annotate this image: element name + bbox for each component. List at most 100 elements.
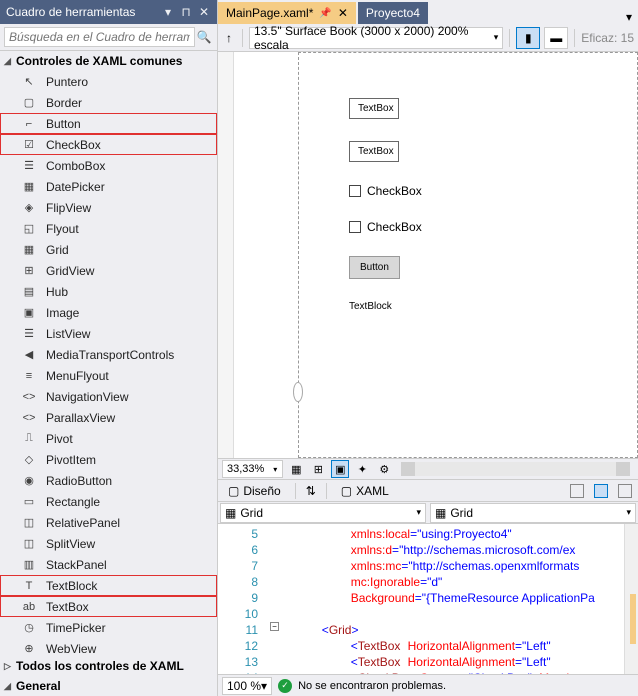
tool-label: Grid (46, 243, 69, 257)
toolbox-item-checkbox[interactable]: ☑ CheckBox (0, 134, 217, 155)
toolbox-item-grid[interactable]: ▦Grid (0, 239, 217, 260)
toolbox-search-input[interactable] (4, 27, 195, 47)
category-general[interactable]: ◢ General (0, 676, 217, 696)
code-content[interactable]: xmlns:local="using:Proyecto4" xmlns:d="h… (264, 524, 624, 674)
breadcrumb-label: Grid (450, 506, 473, 520)
toolbox-item-rectangle[interactable]: ▭Rectangle (0, 491, 217, 512)
tool-icon: ⎍ (20, 431, 38, 447)
toolbox-item-listview[interactable]: ☰ListView (0, 323, 217, 344)
toolbox-item-puntero[interactable]: ↖Puntero (0, 71, 217, 92)
toolbox-item-flyout[interactable]: ◱Flyout (0, 218, 217, 239)
zoom-status[interactable]: 100 % ▾ (222, 677, 272, 695)
overview-ruler[interactable] (624, 524, 638, 674)
tab-design[interactable]: ▢ Diseño (224, 482, 285, 500)
search-icon[interactable]: 🔍 (195, 30, 213, 44)
tool-icon: ◀ (20, 347, 38, 363)
toolbox-item-navigationview[interactable]: <>NavigationView (0, 386, 217, 407)
toolbox-item-flipview[interactable]: ◈FlipView (0, 197, 217, 218)
line-number: 10 (218, 606, 258, 622)
design-checkbox[interactable]: CheckBox (349, 184, 587, 198)
toolbox-item-combobox[interactable]: ☰ComboBox (0, 155, 217, 176)
toolbox-item-textbox[interactable]: abTextBox (0, 596, 217, 617)
swap-panes-icon[interactable]: ⇅ (306, 484, 316, 498)
nav-up-icon[interactable]: ↑ (222, 31, 236, 45)
toolbox-item-parallaxview[interactable]: <>ParallaxView (0, 407, 217, 428)
close-icon[interactable]: ✕ (338, 6, 348, 20)
tab-label: Proyecto4 (366, 6, 420, 20)
toolbox-item-hub[interactable]: ▤Hub (0, 281, 217, 302)
split-vertical-icon[interactable] (594, 484, 608, 498)
tool-icon: ◈ (20, 200, 38, 216)
xaml-code-editor[interactable]: 56789101112131415 − xmlns:local="using:P… (218, 524, 638, 674)
collapse-pane-icon[interactable] (618, 484, 632, 498)
toolbox-item-image[interactable]: ▣Image (0, 302, 217, 323)
resize-handle-icon[interactable] (293, 382, 303, 402)
tab-xaml[interactable]: ▢ XAML (337, 482, 393, 500)
toolbox-item-relativepanel[interactable]: ◫RelativePanel (0, 512, 217, 533)
toolbox-item-gridview[interactable]: ⊞GridView (0, 260, 217, 281)
orientation-landscape[interactable]: ▬ (544, 27, 568, 49)
guides-icon[interactable]: ✦ (353, 460, 371, 478)
toolbox-item-stackpanel[interactable]: ▥StackPanel (0, 554, 217, 575)
toolbox-item-radiobutton[interactable]: ◉RadioButton (0, 470, 217, 491)
close-icon[interactable]: ✕ (197, 5, 211, 19)
toolbox-item-pivotitem[interactable]: ◇PivotItem (0, 449, 217, 470)
breadcrumb-left[interactable]: ▦Grid▾ (220, 503, 426, 523)
category-label: General (16, 679, 61, 693)
toolbox-item-datepicker[interactable]: ▦DatePicker (0, 176, 217, 197)
grid-large-icon[interactable]: ⊞ (309, 460, 327, 478)
tab-mainpage[interactable]: MainPage.xaml* 📌 ✕ (218, 2, 356, 24)
tab-proyecto4[interactable]: Proyecto4 (358, 2, 428, 24)
design-checkbox[interactable]: CheckBox (349, 220, 587, 234)
toolbox-item-splitview[interactable]: ◫SplitView (0, 533, 217, 554)
breadcrumb-right[interactable]: ▦Grid▾ (430, 503, 636, 523)
tool-icon: ☑ (20, 137, 38, 153)
toolbox-item-menuflyout[interactable]: ≡MenuFlyout (0, 365, 217, 386)
tab-label: Diseño (243, 484, 280, 498)
orientation-portrait[interactable]: ▮ (516, 27, 540, 49)
dropdown-icon[interactable]: ▾ (161, 5, 175, 19)
grid-small-icon[interactable]: ▦ (287, 460, 305, 478)
design-button[interactable]: Button (349, 256, 400, 279)
pin-icon[interactable]: ⊓ (179, 5, 193, 19)
tool-icon: ▥ (20, 557, 38, 573)
chevron-down-icon: ▾ (416, 507, 421, 518)
checkbox-box-icon (349, 185, 361, 197)
category-label: Controles de XAML comunes (16, 54, 182, 68)
tool-label: ParallaxView (46, 411, 115, 425)
split-horizontal-icon[interactable] (570, 484, 584, 498)
fold-toggle-icon[interactable]: − (270, 622, 279, 631)
design-canvas[interactable]: TextBox TextBox CheckBox CheckBox Button… (298, 52, 638, 458)
breadcrumb-label: Grid (240, 506, 263, 520)
status-ok-icon[interactable]: ✓ (278, 679, 292, 693)
checkbox-label: CheckBox (367, 184, 422, 198)
tool-icon: <> (20, 389, 38, 405)
tool-icon: ▦ (20, 179, 38, 195)
category-label: Todos los controles de XAML (16, 659, 184, 673)
toolbox-title: Cuadro de herramientas (6, 5, 157, 19)
design-textbox[interactable]: TextBox (349, 98, 399, 119)
design-textbox[interactable]: TextBox (349, 141, 399, 162)
line-number: 7 (218, 558, 258, 574)
device-dropdown[interactable]: 13.5" Surface Book (3000 x 2000) 200% es… (249, 27, 503, 49)
canvas-wrapper[interactable]: TextBox TextBox CheckBox CheckBox Button… (234, 52, 638, 458)
category-all-xaml[interactable]: ▷ Todos los controles de XAML (0, 656, 217, 676)
tab-overflow-icon[interactable]: ▾ (620, 10, 638, 24)
toolbox-item-mediatransportcontrols[interactable]: ◀MediaTransportControls (0, 344, 217, 365)
zoom-dropdown[interactable]: 33,33% ▾ (222, 460, 283, 478)
breadcrumb-bar: ▦Grid▾ ▦Grid▾ (218, 502, 638, 524)
tool-icon: ▭ (20, 494, 38, 510)
toolbox-item-pivot[interactable]: ⎍Pivot (0, 428, 217, 449)
tool-label: CheckBox (46, 138, 101, 152)
snap-icon[interactable]: ▣ (331, 460, 349, 478)
tool-icon: ⊞ (20, 263, 38, 279)
category-common-xaml[interactable]: ◢ Controles de XAML comunes (0, 51, 217, 71)
effects-icon[interactable]: ⚙ (375, 460, 393, 478)
toolbox-item-border[interactable]: ▢Border (0, 92, 217, 113)
toolbox-item-button[interactable]: ⌐Button (0, 113, 217, 134)
toolbox-item-textblock[interactable]: TTextBlock (0, 575, 217, 596)
pin-icon[interactable]: 📌 (319, 8, 331, 19)
toolbox-item-timepicker[interactable]: ◷TimePicker (0, 617, 217, 638)
horizontal-scrollbar[interactable] (401, 462, 630, 476)
toolbox-item-webview[interactable]: ⊕WebView (0, 638, 217, 656)
